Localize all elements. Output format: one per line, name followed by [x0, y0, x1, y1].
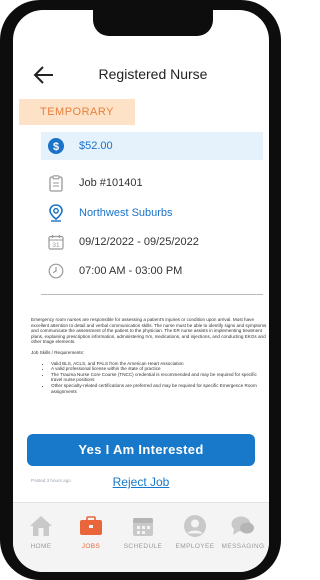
hours-row: 07:00 AM - 03:00 PM — [41, 258, 263, 284]
job-description: Emergency room nurses are responsible fo… — [31, 317, 267, 394]
tab-employee-label: EMPLOYEE — [175, 543, 215, 550]
calendar-icon: 31 — [47, 233, 65, 251]
briefcase-icon — [65, 513, 117, 539]
phone-side-button — [0, 0, 4, 1]
tab-home[interactable]: HOME — [15, 513, 67, 550]
job-number: Job #101401 — [79, 177, 143, 189]
chat-bubble-icon — [217, 513, 269, 539]
tab-schedule[interactable]: SCHEDULE — [117, 513, 169, 550]
reject-job-link[interactable]: Reject Job — [13, 475, 269, 489]
tab-employee[interactable]: EMPLOYEE — [169, 513, 221, 550]
tab-schedule-label: SCHEDULE — [123, 543, 163, 550]
skills-heading: Job Skills / Requirements: — [31, 349, 85, 355]
clock-icon — [47, 262, 65, 280]
user-avatar-icon — [169, 513, 221, 539]
dollar-icon: $ — [47, 137, 65, 155]
phone-notch — [93, 10, 213, 36]
tab-messaging-label: MESSAGING — [221, 543, 265, 550]
shift-hours: 07:00 AM - 03:00 PM — [79, 265, 183, 277]
interested-button[interactable]: Yes I Am Interested — [27, 434, 255, 466]
location-link[interactable]: Northwest Suburbs — [79, 207, 173, 219]
status-badge: TEMPORARY — [19, 99, 135, 125]
dates-row: 31 09/12/2022 - 09/25/2022 — [41, 229, 263, 255]
tab-jobs[interactable]: JOBS — [65, 513, 117, 550]
app-screen: Registered Nurse TEMPORARY $ $52.00 Job … — [13, 10, 269, 572]
pay-row: $ $52.00 — [41, 132, 263, 160]
skills-list: Valid BLS, ACLS, and PALS from the Ameri… — [31, 361, 267, 395]
phone-frame: Registered Nurse TEMPORARY $ $52.00 Job … — [0, 0, 281, 580]
tab-jobs-label: JOBS — [81, 543, 101, 550]
date-range: 09/12/2022 - 09/25/2022 — [79, 236, 199, 248]
svg-text:$: $ — [53, 141, 59, 153]
calendar-day: 31 — [52, 242, 60, 249]
pay-rate: $52.00 — [79, 140, 113, 152]
description-summary: Emergency room nurses are responsible fo… — [31, 317, 267, 345]
tab-messaging[interactable]: MESSAGING — [217, 513, 269, 550]
app-header: Registered Nurse — [13, 60, 269, 90]
details-divider — [41, 294, 263, 295]
bottom-tab-bar: HOME JOBS SCHEDULE EMPLOYEE MESSAGING — [13, 502, 269, 572]
page-title: Registered Nurse — [98, 66, 208, 82]
tab-home-label: HOME — [30, 543, 52, 550]
clipboard-icon — [47, 174, 65, 192]
skills-list-item: Other specialty-related certifications a… — [51, 383, 267, 394]
schedule-icon — [117, 513, 169, 539]
skills-list-item: The Trauma Nurse Core Course (TNCC) cred… — [51, 372, 267, 383]
map-pin-icon — [47, 204, 65, 222]
home-icon — [15, 513, 67, 539]
location-row[interactable]: Northwest Suburbs — [41, 200, 263, 226]
job-number-row: Job #101401 — [41, 170, 263, 196]
